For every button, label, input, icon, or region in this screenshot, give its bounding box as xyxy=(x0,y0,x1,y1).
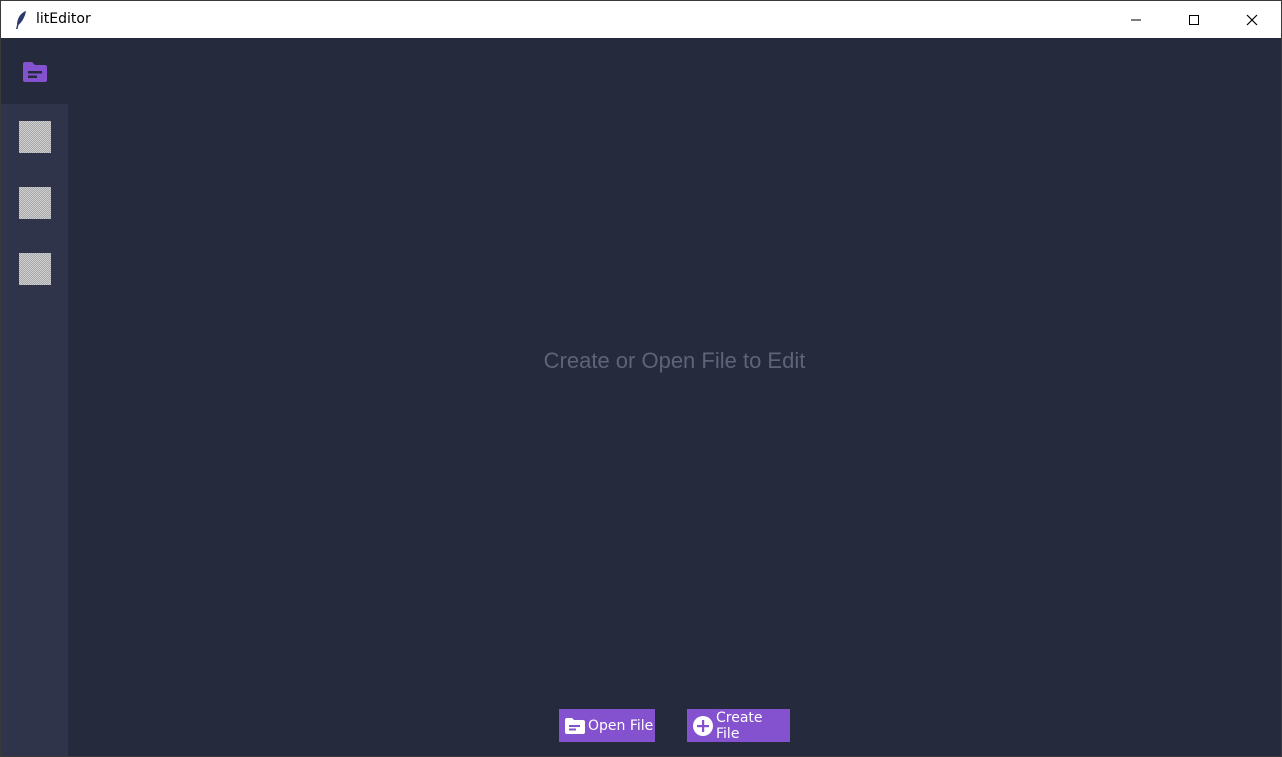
open-file-button[interactable]: Open File xyxy=(559,709,655,742)
missing-image-icon[interactable] xyxy=(19,253,51,285)
maximize-icon xyxy=(1189,14,1199,25)
missing-image-icon[interactable] xyxy=(19,187,51,219)
plus-circle-icon xyxy=(693,715,713,736)
open-file-label: Open File xyxy=(588,717,654,734)
missing-image-icon[interactable] xyxy=(19,121,51,153)
main-area: Create or Open File to Edit Open File Cr… xyxy=(1,38,1281,756)
feather-icon xyxy=(16,11,26,29)
app-window: litEditor Create or Open File to Edit Op… xyxy=(0,0,1282,757)
empty-editor-message: Create or Open File to Edit xyxy=(543,348,806,373)
folder-icon xyxy=(565,717,585,734)
minimize-icon xyxy=(1131,19,1141,20)
folder-icon[interactable] xyxy=(21,60,49,84)
create-file-label: Create File xyxy=(716,709,763,742)
maximize-button[interactable] xyxy=(1165,1,1223,38)
sidebar-header xyxy=(1,38,68,104)
create-file-button[interactable]: Create File xyxy=(687,709,790,742)
sidebar xyxy=(1,104,68,756)
window-title: litEditor xyxy=(36,11,91,27)
close-button[interactable] xyxy=(1223,1,1281,38)
minimize-button[interactable] xyxy=(1107,1,1165,38)
title-bar[interactable]: litEditor xyxy=(1,1,1281,38)
close-icon xyxy=(1246,14,1258,25)
